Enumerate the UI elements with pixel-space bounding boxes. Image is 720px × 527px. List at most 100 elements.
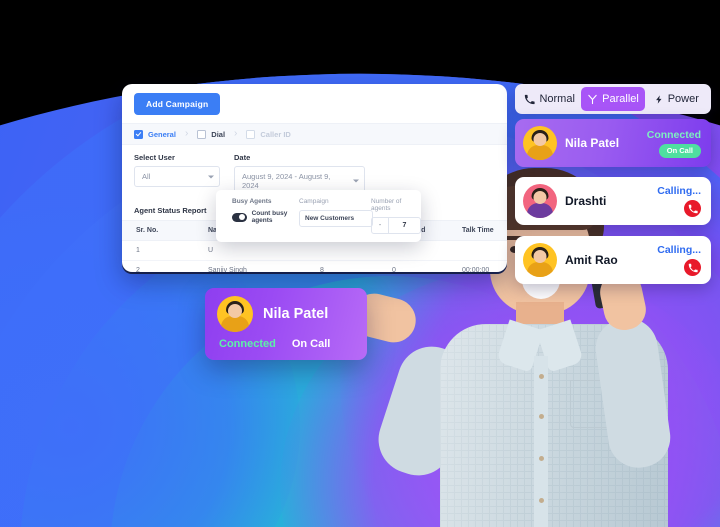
call-status-text: Connected — [646, 128, 701, 141]
call-card-name: Amit Rao — [565, 253, 618, 267]
avatar-body — [221, 316, 249, 332]
busy-agents-label: Busy Agents — [232, 198, 272, 205]
on-call-badge: On Call — [658, 143, 701, 158]
table-body: 1 U 2 Sanjiv Singh 8 0 00:00:00 — [122, 240, 507, 272]
call-status-text: Calling... — [657, 244, 701, 256]
dial-mode-parallel[interactable]: Parallel — [581, 87, 645, 111]
cell-talk-time: 00:00:00 — [462, 260, 507, 272]
call-card-amit-rao[interactable]: Amit Rao Calling... — [515, 236, 711, 284]
featured-avatar — [217, 296, 253, 332]
cell-calls — [320, 240, 392, 261]
chevron-right-icon: › — [234, 128, 238, 139]
call-card-status-group: Calling... — [657, 244, 701, 276]
dial-mode-normal-label: Normal — [539, 93, 575, 105]
shirt-button — [539, 498, 544, 503]
cell-sr-no: 2 — [122, 260, 208, 272]
avatar-face — [533, 191, 547, 204]
dashboard-toolbar: Add Campaign — [122, 84, 507, 123]
table-row[interactable]: 2 Sanjiv Singh 8 0 00:00:00 — [122, 260, 507, 272]
call-card-name: Nila Patel — [565, 136, 620, 150]
step-caller-id[interactable]: Caller ID — [246, 129, 291, 139]
hangup-icon[interactable] — [684, 259, 701, 276]
call-card-nila-patel[interactable]: Nila Patel Connected On Call — [515, 119, 711, 167]
call-card-drashti[interactable]: Drashti Calling... — [515, 177, 711, 225]
step-general-label: General — [148, 129, 176, 139]
number-of-agents-label: Number of agents — [371, 198, 402, 212]
checkbox-icon — [246, 129, 256, 139]
cell-answered — [392, 240, 462, 261]
cell-answered: 0 — [392, 260, 462, 272]
step-dial[interactable]: Dial — [197, 129, 226, 139]
column-header-talk-time: Talk Time — [462, 220, 507, 241]
avatar-body — [527, 145, 553, 160]
amit-avatar — [523, 243, 557, 277]
call-card-name: Drashti — [565, 194, 607, 208]
dial-mode-parallel-label: Parallel — [602, 93, 639, 105]
shirt-button — [539, 456, 544, 461]
date-label: Date — [234, 153, 251, 162]
shirt-button — [539, 374, 544, 379]
chevron-down-icon — [208, 175, 214, 178]
dashboard-card: Add Campaign General › Dial › Caller ID … — [122, 84, 507, 272]
campaign-input[interactable]: New Customers — [299, 210, 373, 227]
featured-card-name: Nila Patel — [263, 306, 329, 322]
avatar-face — [228, 304, 242, 318]
dial-mode-power-label: Power — [667, 93, 699, 105]
call-card-status-group: Connected On Call — [647, 129, 701, 158]
decrement-button[interactable]: - — [372, 218, 389, 233]
campaign-label: Campaign — [299, 198, 329, 205]
chevron-down-icon — [353, 179, 359, 183]
featured-card-header: Nila Patel — [217, 296, 355, 332]
chevron-right-icon: › — [184, 128, 189, 139]
phone-icon — [525, 94, 536, 104]
avatar-body — [527, 203, 553, 218]
drashti-avatar — [523, 184, 557, 218]
add-campaign-button[interactable]: Add Campaign — [134, 93, 221, 115]
dial-mode-selector: Normal Parallel Power — [515, 84, 711, 114]
avatar-body — [527, 262, 553, 277]
bolt-icon — [655, 94, 662, 104]
step-caller-id-label: Caller ID — [260, 129, 291, 139]
table-row[interactable]: 1 U — [122, 240, 507, 261]
cell-calls: 8 — [320, 260, 392, 272]
nila-avatar — [523, 126, 557, 160]
step-general[interactable]: General — [134, 129, 176, 139]
select-user-label: Select User — [134, 153, 175, 162]
column-header-sr-no: Sr. No. — [122, 220, 208, 241]
featured-on-call-label: On Call — [291, 338, 331, 350]
checkbox-icon — [134, 129, 143, 139]
cell-name: U — [208, 240, 320, 261]
featured-call-card[interactable]: Nila Patel Connected On Call — [205, 288, 367, 360]
hangup-icon[interactable] — [684, 200, 701, 217]
dial-mode-normal[interactable]: Normal — [518, 87, 581, 111]
select-user-value: All — [142, 172, 151, 181]
cell-talk-time — [462, 240, 507, 261]
shirt-button — [539, 414, 544, 419]
select-user-dropdown[interactable]: All — [134, 166, 220, 187]
campaign-group: Campaign New Customers — [299, 198, 373, 227]
avatar-face — [533, 250, 547, 263]
phone-glyph — [688, 263, 698, 272]
count-busy-agents-row: Count busy agents — [232, 210, 299, 224]
date-range-value: August 9, 2024 - August 9, 2024 — [242, 172, 331, 190]
step-dial-label: Dial — [211, 129, 226, 139]
number-of-agents-stepper[interactable]: - 7 — [371, 217, 421, 234]
wizard-steps: General › Dial › Caller ID — [122, 123, 507, 145]
checkbox-icon — [197, 129, 207, 139]
call-card-status-group: Calling... — [657, 185, 701, 217]
select-user-group: Select User All — [134, 153, 220, 196]
count-busy-agents-toggle[interactable] — [232, 212, 247, 222]
avatar-face — [533, 133, 547, 146]
number-of-agents-value: 7 — [402, 222, 407, 229]
busy-agents-popover: Busy Agents Count busy agents Campaign N… — [216, 190, 421, 242]
cell-sr-no: 1 — [122, 240, 208, 261]
count-busy-agents-label: Count busy agents — [251, 210, 288, 224]
dial-mode-power[interactable]: Power — [645, 87, 708, 111]
cell-name: Sanjiv Singh — [208, 260, 320, 272]
featured-status-text: Connected — [219, 338, 276, 350]
branch-icon — [588, 94, 597, 104]
phone-glyph — [688, 204, 698, 213]
call-status-text: Calling... — [657, 185, 701, 197]
busy-agents-group: Busy Agents Count busy agents — [216, 198, 299, 224]
featured-card-status-row: Connected On Call — [217, 338, 355, 350]
